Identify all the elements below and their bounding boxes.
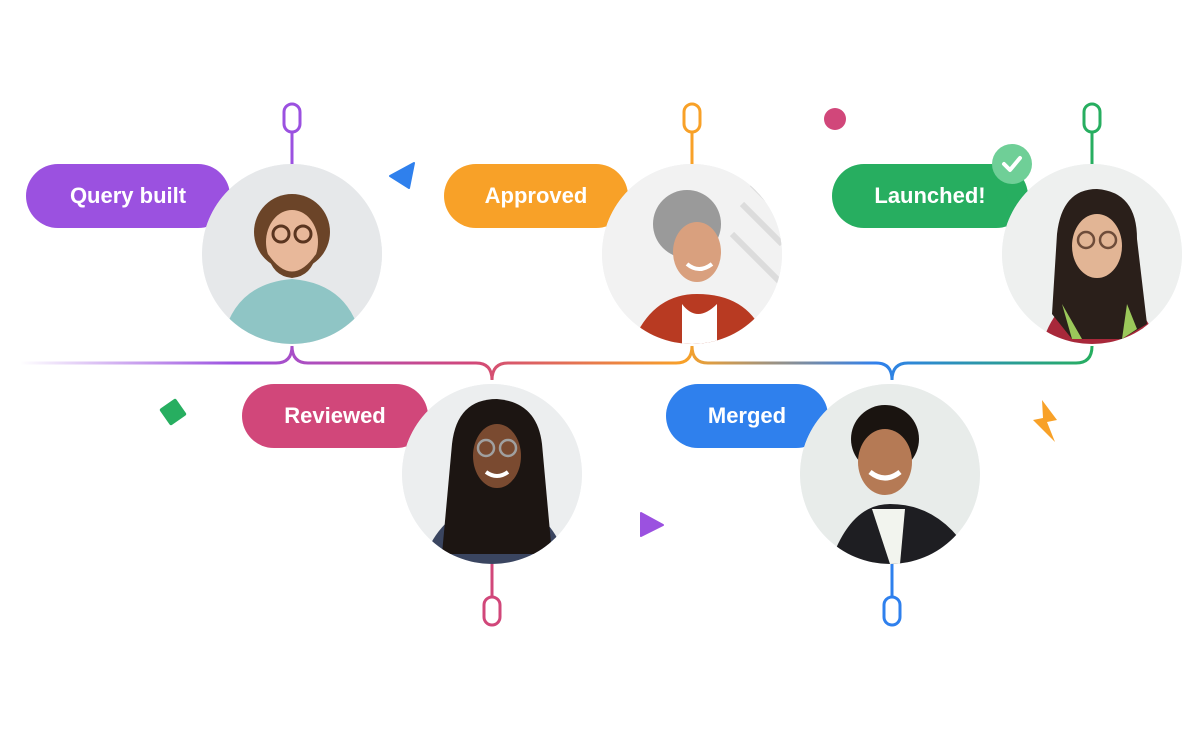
bottom-line-merged bbox=[882, 560, 902, 730]
purple-play-shape bbox=[640, 512, 664, 537]
lightning-icon bbox=[1033, 400, 1057, 442]
status-label: Merged bbox=[707, 403, 787, 428]
workflow-diagram: Query built Approved Launched! Reviewed … bbox=[0, 0, 1182, 730]
merge-line bbox=[20, 345, 1094, 381]
person-photo bbox=[202, 164, 382, 344]
top-line-launched bbox=[1082, 0, 1102, 166]
connector-lines bbox=[20, 0, 1102, 730]
avatar-query-built bbox=[202, 164, 382, 344]
status-label: Reviewed bbox=[284, 403, 386, 428]
bottom-line-reviewed bbox=[482, 560, 502, 730]
person-photo bbox=[1002, 164, 1182, 344]
status-label: Launched! bbox=[874, 183, 986, 208]
top-line-approved bbox=[682, 0, 702, 166]
check-icon bbox=[1002, 156, 1022, 172]
person-photo bbox=[602, 164, 782, 344]
top-line-query bbox=[282, 0, 302, 166]
status-bubble-merged: Merged bbox=[666, 384, 842, 448]
green-diamond-shape bbox=[159, 398, 187, 426]
avatar-merged bbox=[800, 384, 980, 564]
status-bubble-query-built: Query built bbox=[26, 164, 244, 228]
status-label: Query built bbox=[69, 183, 187, 208]
status-bubble-reviewed: Reviewed bbox=[242, 384, 442, 448]
status-bubble-approved: Approved bbox=[444, 164, 642, 228]
blue-triangle-shape bbox=[389, 162, 415, 189]
person-photo bbox=[402, 384, 582, 564]
avatar-reviewed bbox=[402, 384, 582, 564]
pink-dot-shape bbox=[824, 108, 846, 130]
person-photo bbox=[800, 384, 980, 564]
avatar-launched bbox=[1002, 164, 1182, 344]
status-label: Approved bbox=[484, 183, 588, 208]
avatar-approved bbox=[602, 164, 782, 344]
success-badge bbox=[992, 144, 1032, 184]
